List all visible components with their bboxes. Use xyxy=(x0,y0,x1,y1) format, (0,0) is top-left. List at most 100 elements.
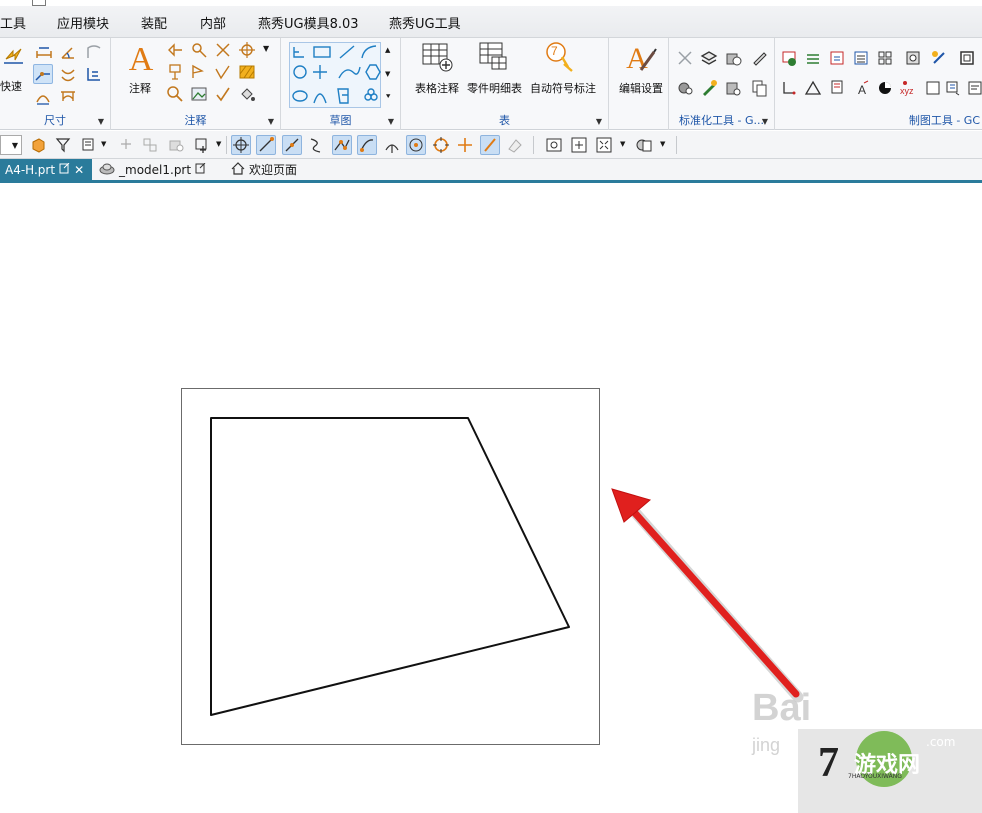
dimension-more-icon[interactable]: ▼ xyxy=(98,117,104,126)
note-icon[interactable]: A xyxy=(121,40,161,74)
menu-application[interactable]: 应用模块 xyxy=(57,13,109,32)
draft-circle-icon[interactable] xyxy=(875,78,895,98)
annotation-more-icon[interactable]: ▼ xyxy=(268,117,274,126)
standard-tools-more-icon[interactable]: ▼ xyxy=(762,117,768,126)
view-tool-2-icon[interactable] xyxy=(569,135,589,155)
snap-arc-center-icon[interactable] xyxy=(357,135,377,155)
linear-dimension-icon[interactable] xyxy=(34,42,54,62)
hatch-icon[interactable] xyxy=(237,62,257,82)
view-dropdown-icon[interactable]: ▼ xyxy=(620,140,625,148)
magnifier-icon[interactable] xyxy=(165,84,185,104)
draft-tool-7-icon[interactable] xyxy=(929,48,949,68)
surface-finish-icon[interactable] xyxy=(213,62,233,82)
perimeter-dimension-icon[interactable] xyxy=(58,86,78,106)
draft-sheet-icon[interactable] xyxy=(827,78,847,98)
snap-tool-1-icon[interactable] xyxy=(116,135,136,155)
centerline-icon[interactable] xyxy=(213,40,233,60)
draft-xyz-icon[interactable]: xyz xyxy=(899,78,919,98)
target-point-icon[interactable] xyxy=(237,40,257,60)
snap-quadrant-icon[interactable] xyxy=(406,135,426,155)
sketch-scroll-up-icon[interactable]: ▲ xyxy=(385,46,390,54)
menu-internal[interactable]: 内部 xyxy=(200,13,226,32)
sketch-scroll-down-icon[interactable]: ▼ xyxy=(385,70,390,78)
draft-axis-icon[interactable] xyxy=(779,78,799,98)
fill-icon[interactable] xyxy=(237,84,257,104)
snap-tangent-icon[interactable] xyxy=(382,135,402,155)
menu-assembly[interactable]: 装配 xyxy=(141,13,167,32)
part-filter-icon[interactable] xyxy=(28,135,48,155)
parts-list-icon[interactable] xyxy=(477,40,511,74)
sketch-more-icon[interactable]: ▼ xyxy=(388,117,394,126)
snap-center-icon[interactable] xyxy=(231,135,251,155)
snap-tool-3-icon[interactable] xyxy=(166,135,186,155)
select-filter-dropdown-icon[interactable]: ▼ xyxy=(101,140,106,148)
draft-tool-8-icon[interactable] xyxy=(957,48,977,68)
annotation-dropdown-icon[interactable]: ▼ xyxy=(263,44,269,53)
tab-model1[interactable]: _model1.prt xyxy=(94,159,224,180)
chamfer-dimension-icon[interactable] xyxy=(33,64,53,84)
quick-dimension-icon[interactable] xyxy=(2,44,26,68)
std-gear2-icon[interactable] xyxy=(675,78,695,98)
image-icon[interactable] xyxy=(189,84,209,104)
radial-dimension-icon[interactable] xyxy=(84,42,104,62)
draft-page-icon[interactable] xyxy=(965,78,982,98)
tab-a4-h[interactable]: A4-H.prt ✕ xyxy=(0,159,92,180)
draft-tool-6-icon[interactable] xyxy=(903,48,923,68)
auto-balloon-icon[interactable] xyxy=(543,40,577,74)
snap-point-icon[interactable] xyxy=(192,135,212,155)
tab-welcome[interactable]: 欢迎页面 xyxy=(226,159,306,180)
std-layers-icon[interactable] xyxy=(699,48,719,68)
window-control-icon[interactable] xyxy=(32,0,46,6)
tabular-note-icon[interactable] xyxy=(420,40,454,74)
symbol-icon[interactable] xyxy=(213,84,233,104)
std-tool-1-icon[interactable] xyxy=(675,48,695,68)
draft-tool-4-icon[interactable] xyxy=(851,48,871,68)
filter-dropdown[interactable]: ▼ xyxy=(0,135,22,155)
select-filter-icon[interactable] xyxy=(80,135,100,155)
draft-tool-1-icon[interactable] xyxy=(779,48,799,68)
std-pencil-icon[interactable] xyxy=(699,78,719,98)
draft-tool-5-icon[interactable] xyxy=(875,48,895,68)
datum-target-icon[interactable] xyxy=(165,62,185,82)
menu-yanxiu-mold[interactable]: 燕秀UG模具8.03 xyxy=(258,13,359,32)
sketch-expand-icon[interactable]: ⯆ xyxy=(385,92,391,102)
arc-length-dimension-icon[interactable] xyxy=(33,86,53,106)
snap-on-curve-icon[interactable] xyxy=(480,135,500,155)
datum-icon[interactable] xyxy=(189,40,209,60)
snap-tool-2-icon[interactable] xyxy=(140,135,160,155)
snap-control-icon[interactable] xyxy=(306,135,326,155)
snap-intersection-icon[interactable] xyxy=(332,135,352,155)
feature-control-frame-icon[interactable] xyxy=(165,40,185,60)
view-tool-4-icon[interactable] xyxy=(634,135,654,155)
table-more-icon[interactable]: ▼ xyxy=(596,117,602,126)
snap-midpoint-icon[interactable] xyxy=(282,135,302,155)
view-more-dropdown-icon[interactable]: ▼ xyxy=(660,140,665,148)
filter-funnel-icon[interactable] xyxy=(54,135,74,155)
snap-existing-point-icon[interactable] xyxy=(431,135,451,155)
menu-yanxiu-tools[interactable]: 燕秀UG工具 xyxy=(389,13,461,32)
sketch-curves-icon[interactable] xyxy=(290,43,382,109)
snap-point-on-curve-icon[interactable] xyxy=(455,135,475,155)
close-icon[interactable]: ✕ xyxy=(74,163,84,177)
draft-letter-a-icon[interactable]: A xyxy=(851,78,871,98)
draft-triangle-icon[interactable] xyxy=(803,78,823,98)
weld-symbol-icon[interactable] xyxy=(189,62,209,82)
quadrilateral-sketch[interactable] xyxy=(210,417,570,716)
view-tool-1-icon[interactable] xyxy=(544,135,564,155)
view-tool-3-icon[interactable] xyxy=(594,135,614,155)
draft-list-icon[interactable] xyxy=(943,78,963,98)
snap-endpoint-icon[interactable] xyxy=(256,135,276,155)
draft-tool-2-icon[interactable] xyxy=(803,48,823,68)
snap-point-dropdown-icon[interactable]: ▼ xyxy=(216,140,221,148)
std-part-icon[interactable] xyxy=(723,78,743,98)
std-copy-icon[interactable] xyxy=(749,78,769,98)
std-tag-icon[interactable] xyxy=(749,48,769,68)
edit-settings-icon[interactable]: A xyxy=(623,40,657,74)
menu-tools[interactable]: 工具 xyxy=(0,13,26,32)
graphics-window[interactable]: Bai jing 7 游戏网 7HAOYOUXIWANG .com xyxy=(0,184,982,813)
angular-dimension-icon[interactable] xyxy=(58,42,78,62)
thickness-dimension-icon[interactable] xyxy=(58,64,78,84)
draft-tool-3-icon[interactable] xyxy=(827,48,847,68)
ordinate-dimension-icon[interactable] xyxy=(84,64,104,84)
snap-bounded-icon[interactable] xyxy=(505,135,525,155)
